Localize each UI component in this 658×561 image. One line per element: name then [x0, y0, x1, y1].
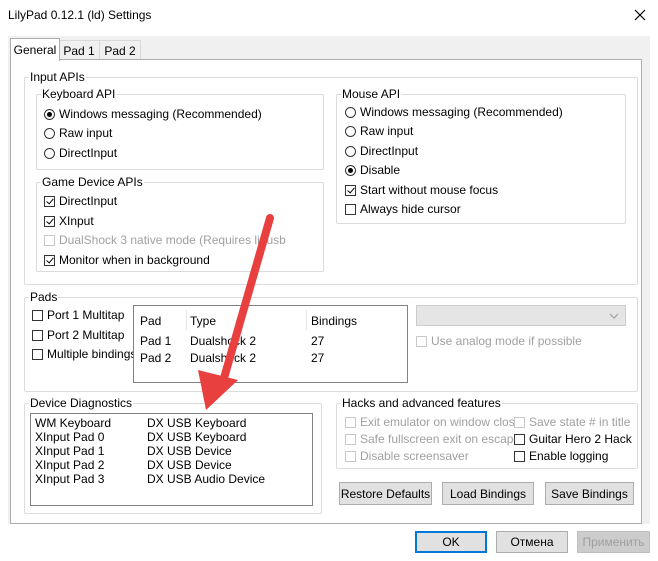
annotation-arrow-shaft [218, 214, 274, 389]
annotation-arrow-head [198, 370, 238, 410]
tab-general-label: General [13, 43, 57, 57]
annotation-arrow [198, 214, 274, 410]
tab-general[interactable]: General [10, 38, 60, 61]
